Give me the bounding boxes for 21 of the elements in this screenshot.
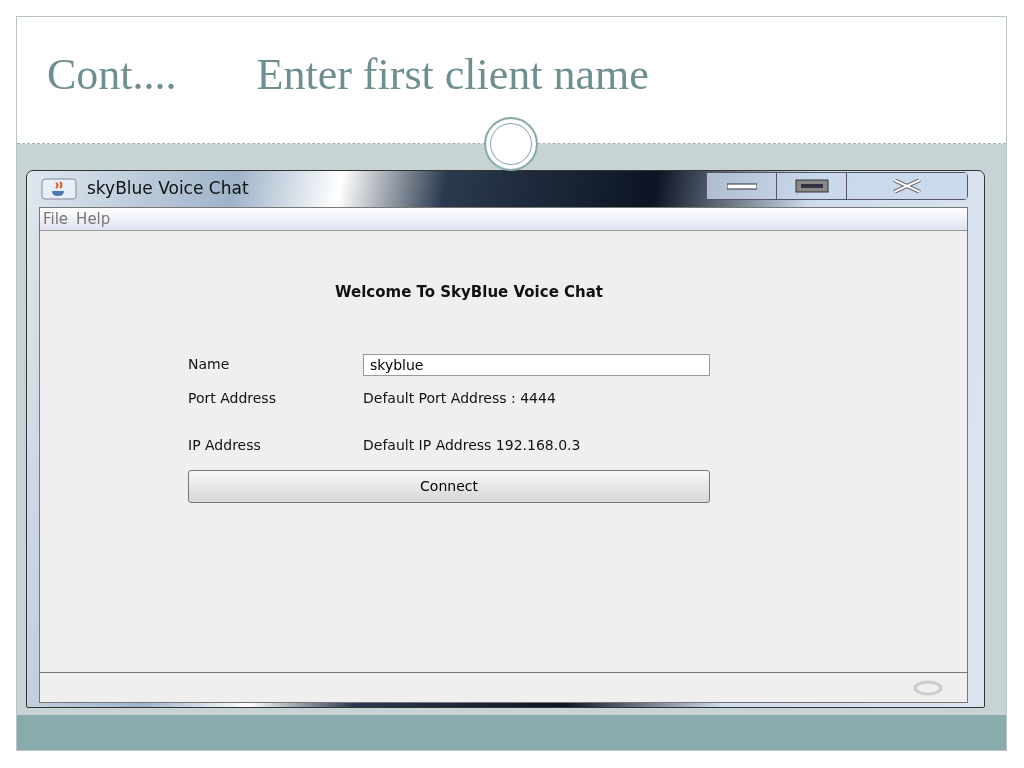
maximize-icon — [794, 179, 829, 193]
field-value: Default IP Address 192.168.0.3 — [363, 435, 581, 455]
minimize-button[interactable] — [707, 173, 777, 199]
cup-icon — [41, 178, 77, 200]
field-label: Port Address — [188, 388, 277, 408]
slide-title: Cont.... — [47, 53, 177, 97]
name-input-field[interactable]: skyblue — [363, 353, 710, 376]
window-title: skyBlue Voice Chat — [87, 177, 249, 201]
circle-ornament-icon — [484, 117, 538, 171]
close-icon — [892, 179, 922, 193]
field-value: Default Port Address : 4444 — [363, 388, 556, 408]
field-label: IP Address — [188, 435, 262, 455]
menu-item[interactable]: File — [43, 208, 69, 230]
maximize-button[interactable] — [777, 173, 847, 199]
slide-subtitle: Enter first client name — [256, 53, 649, 97]
minimize-icon — [726, 182, 757, 190]
connect-button[interactable]: Connect — [188, 469, 710, 503]
resize-grip-icon — [913, 679, 943, 696]
menu-item[interactable]: Help — [76, 208, 111, 230]
welcome-heading: Welcome To SkyBlue Voice Chat — [334, 282, 604, 303]
field-label: Name — [188, 355, 231, 374]
